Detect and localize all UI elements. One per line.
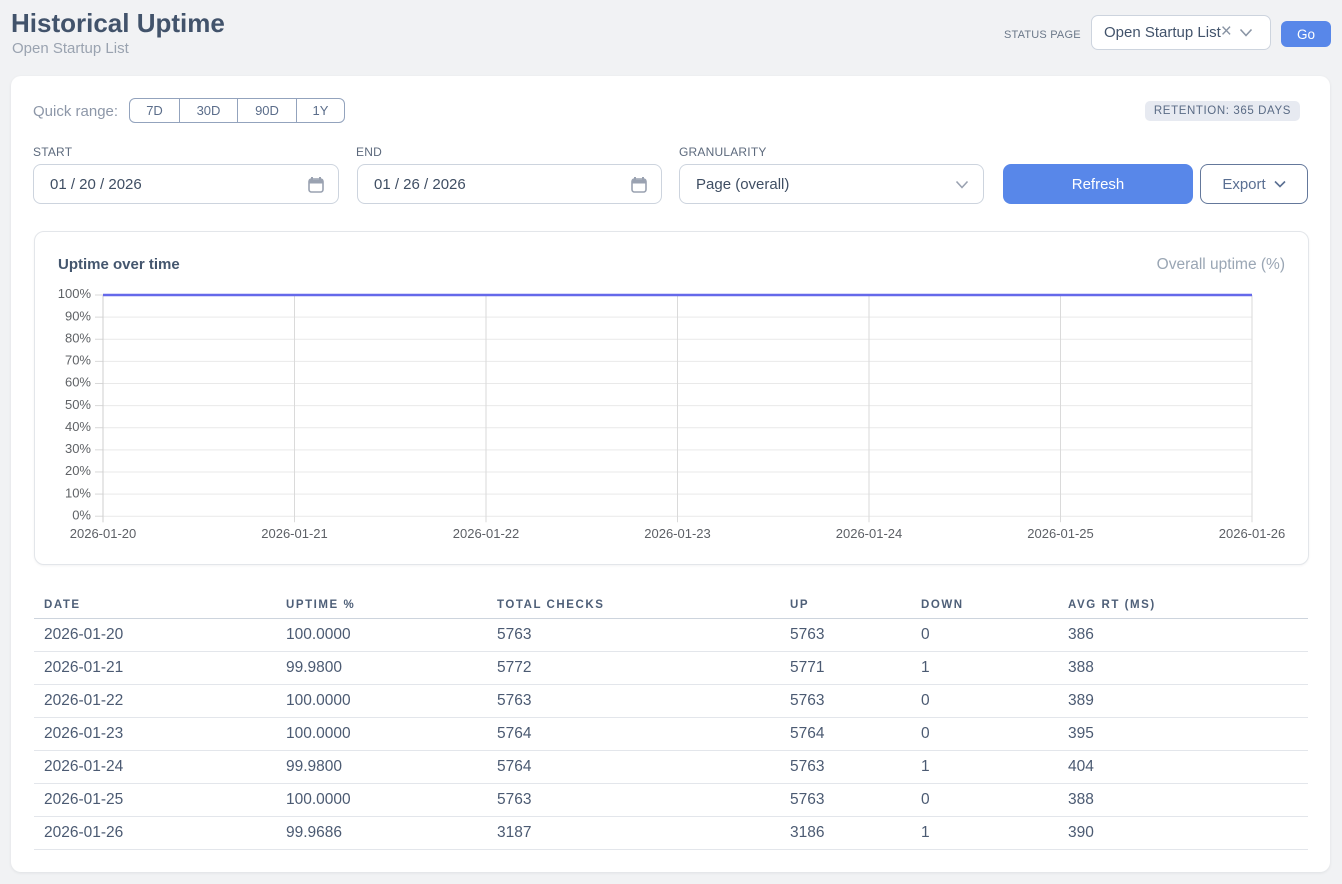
svg-text:2026-01-26: 2026-01-26 — [1219, 526, 1286, 541]
svg-text:50%: 50% — [65, 397, 91, 412]
svg-text:20%: 20% — [65, 463, 91, 478]
svg-text:2026-01-20: 2026-01-20 — [70, 526, 137, 541]
svg-text:60%: 60% — [65, 375, 91, 390]
svg-text:2026-01-21: 2026-01-21 — [261, 526, 328, 541]
svg-text:2026-01-25: 2026-01-25 — [1027, 526, 1094, 541]
svg-text:0%: 0% — [72, 507, 91, 522]
svg-text:70%: 70% — [65, 353, 91, 368]
svg-text:30%: 30% — [65, 441, 91, 456]
svg-text:2026-01-24: 2026-01-24 — [836, 526, 903, 541]
svg-text:10%: 10% — [65, 485, 91, 500]
svg-text:100%: 100% — [58, 286, 92, 301]
svg-text:2026-01-23: 2026-01-23 — [644, 526, 711, 541]
svg-text:40%: 40% — [65, 419, 91, 434]
svg-text:80%: 80% — [65, 330, 91, 345]
svg-text:90%: 90% — [65, 308, 91, 323]
svg-text:2026-01-22: 2026-01-22 — [453, 526, 520, 541]
